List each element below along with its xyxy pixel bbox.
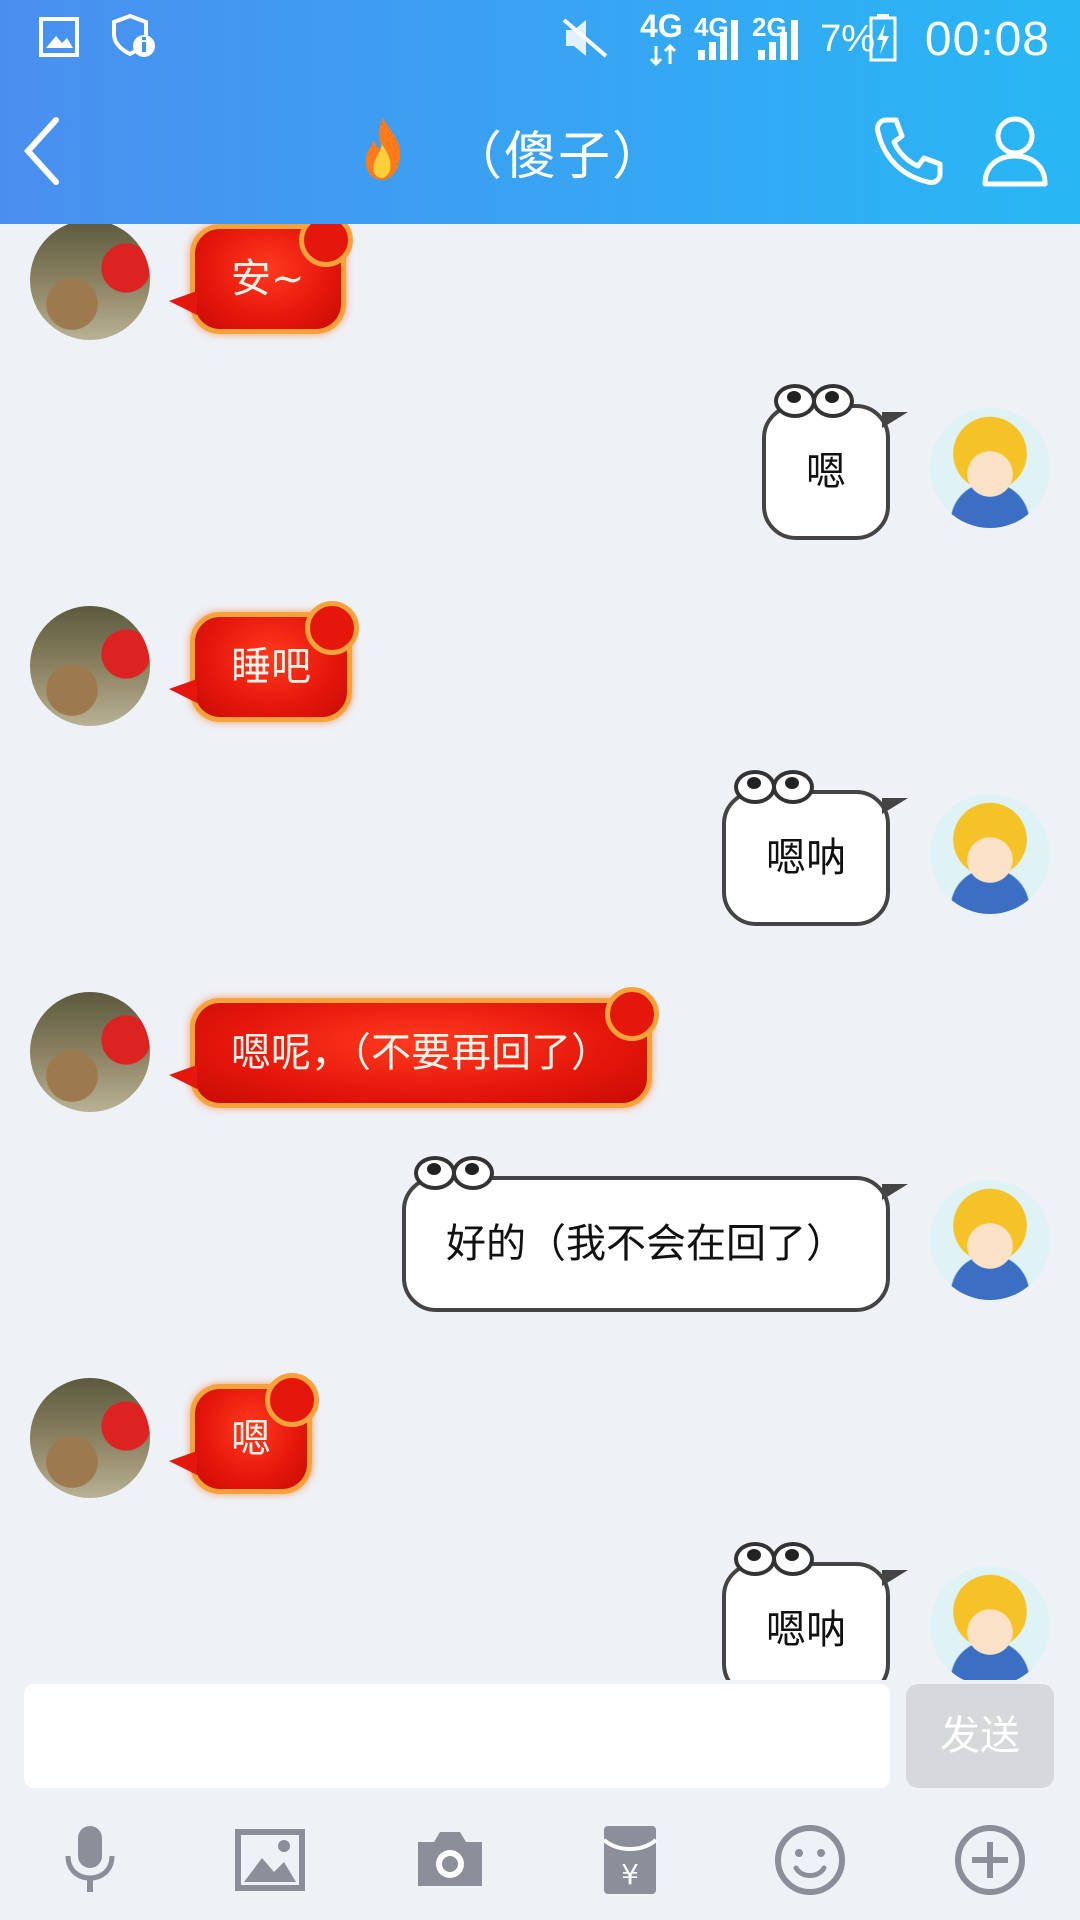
incoming-message-bubble[interactable]: 嗯呢，（不要再回了）: [169, 987, 659, 1108]
microphone-icon[interactable]: [50, 1820, 130, 1900]
message-row: 好的（我不会在回了）: [0, 1156, 1080, 1320]
message-row: 嗯: [0, 1373, 1080, 1498]
composer-bar: 发送: [0, 1680, 1080, 1788]
bubble-eyes-decoration: [414, 1156, 494, 1192]
emoji-icon[interactable]: [770, 1820, 850, 1900]
message-row: 安~: [0, 224, 1080, 340]
security-notification-icon: [112, 13, 155, 57]
message-text: 嗯呐: [766, 1607, 846, 1653]
my-avatar[interactable]: [930, 408, 1050, 528]
mute-icon: [562, 18, 608, 58]
fire-streak-icon: [365, 118, 401, 180]
chat-title: （傻子）: [450, 127, 667, 187]
send-button[interactable]: 发送: [906, 1684, 1054, 1788]
network-type-primary: 4G: [640, 8, 683, 44]
svg-text:¥: ¥: [621, 1858, 639, 1891]
signal-sim2-icon: [758, 20, 798, 60]
status-bar: 4G 4G 2G 7% 00:08: [0, 0, 1080, 78]
bubble-eyes-decoration: [734, 770, 814, 806]
outgoing-message-bubble[interactable]: 嗯呐: [722, 1542, 908, 1680]
contact-avatar[interactable]: [30, 224, 150, 340]
incoming-message-bubble[interactable]: 嗯: [169, 1373, 319, 1494]
message-row: 嗯: [0, 384, 1080, 548]
incoming-message-bubble[interactable]: 安~: [169, 224, 353, 334]
my-avatar[interactable]: [930, 1180, 1050, 1300]
message-row: 睡吧: [0, 601, 1080, 726]
chevron-left-icon[interactable]: [20, 116, 64, 186]
battery-charging-icon: [869, 14, 897, 62]
bubble-eyes-decoration: [774, 384, 854, 420]
message-text: 嗯呐: [766, 835, 846, 881]
my-avatar[interactable]: [930, 1566, 1050, 1680]
input-toolbar: ¥: [0, 1800, 1080, 1920]
message-list[interactable]: 安~ 嗯 睡吧 嗯呐 嗯呢，（不要再回了） 好的（我不会在回了） 嗯 嗯呐: [0, 224, 1080, 1680]
status-time: 00:08: [924, 13, 1050, 66]
app-header: 4G 4G 2G 7% 00:08 （傻子）: [0, 0, 1080, 224]
title-bar: （傻子）: [0, 96, 1080, 206]
outgoing-message-bubble[interactable]: 嗯呐: [722, 770, 908, 926]
outgoing-message-bubble[interactable]: 好的（我不会在回了）: [402, 1156, 908, 1312]
plus-icon[interactable]: [950, 1820, 1030, 1900]
contact-avatar[interactable]: [30, 1378, 150, 1498]
message-row: 嗯呐: [0, 1542, 1080, 1680]
user-icon[interactable]: [980, 112, 1050, 188]
contact-avatar[interactable]: [30, 992, 150, 1112]
bubble-eyes-decoration: [734, 1542, 814, 1578]
message-row: 嗯呐: [0, 770, 1080, 934]
message-text: 好的（我不会在回了）: [446, 1221, 846, 1267]
outgoing-message-bubble[interactable]: 嗯: [762, 384, 908, 540]
incoming-message-bubble[interactable]: 睡吧: [169, 601, 359, 722]
message-text: 嗯: [806, 449, 846, 495]
gallery-notification-icon: [39, 17, 79, 57]
my-avatar[interactable]: [930, 794, 1050, 914]
red-packet-icon[interactable]: ¥: [590, 1820, 670, 1900]
image-icon[interactable]: [230, 1820, 310, 1900]
message-row: 嗯呢，（不要再回了）: [0, 987, 1080, 1112]
message-input[interactable]: [24, 1684, 890, 1788]
data-arrows-icon: [649, 44, 677, 66]
contact-avatar[interactable]: [30, 606, 150, 726]
phone-icon[interactable]: [872, 114, 946, 188]
camera-icon[interactable]: [410, 1820, 490, 1900]
signal-sim1-icon: [698, 20, 738, 60]
battery-percent: 7%: [820, 18, 875, 60]
